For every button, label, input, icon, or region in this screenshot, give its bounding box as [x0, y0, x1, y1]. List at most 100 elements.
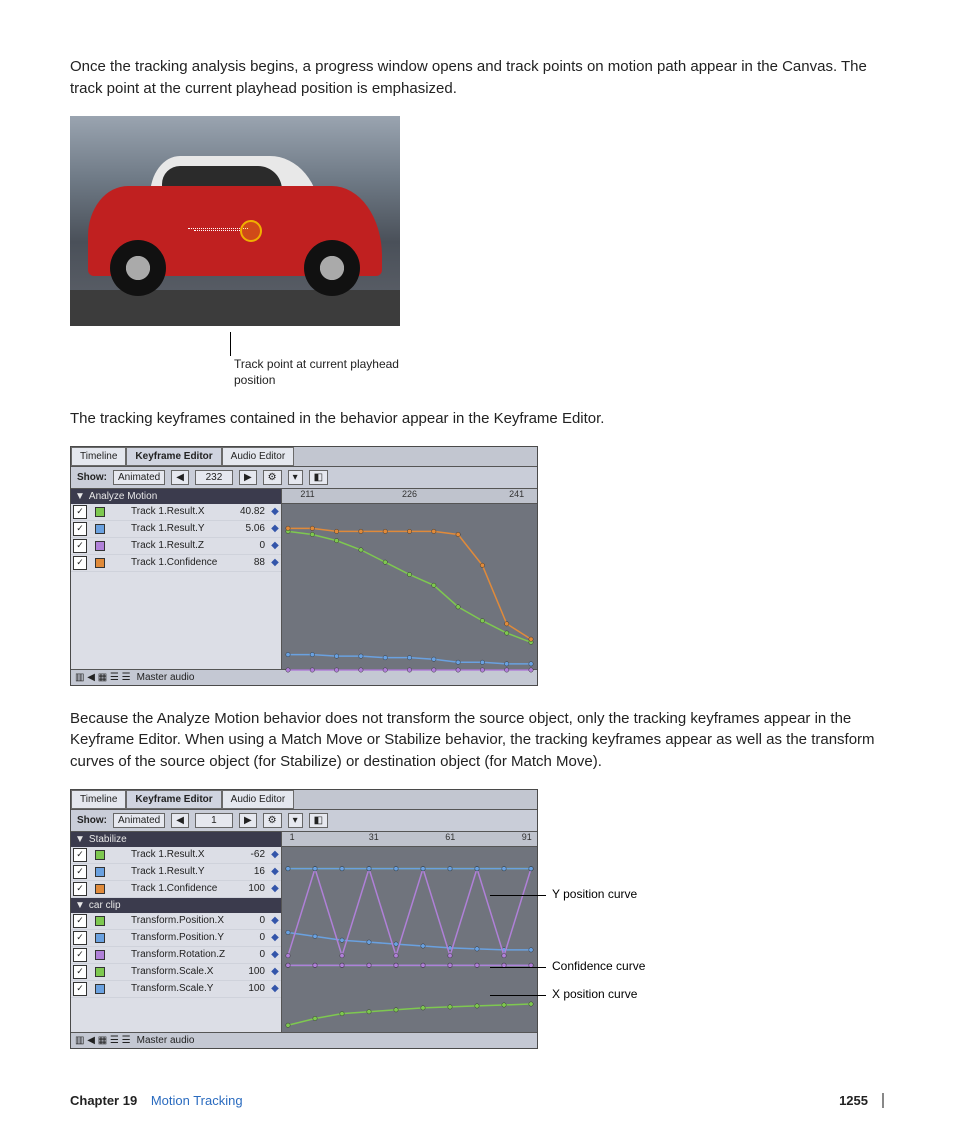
keyframe-diamond-icon[interactable]: ◆	[271, 966, 279, 977]
param-row[interactable]: Track 1.Result.X40.82◆	[71, 504, 281, 521]
param-name: Track 1.Result.Z	[109, 540, 231, 551]
visibility-checkbox[interactable]	[73, 848, 87, 862]
show-select[interactable]: Animated	[113, 470, 165, 485]
param-name: Track 1.Confidence	[109, 557, 231, 568]
tool-btn-3[interactable]: ◧	[309, 470, 328, 485]
color-swatch	[95, 524, 105, 534]
param-name: Track 1.Result.X	[109, 506, 231, 517]
param-value[interactable]: 5.06	[231, 523, 271, 534]
param-row[interactable]: Track 1.Result.Z0◆	[71, 538, 281, 555]
tab-keyframe-editor[interactable]: Keyframe Editor	[126, 790, 221, 809]
tab-timeline[interactable]: Timeline	[71, 447, 126, 466]
param-value[interactable]: 0	[231, 540, 271, 551]
keyframe-diamond-icon[interactable]: ◆	[271, 506, 279, 517]
color-swatch	[95, 541, 105, 551]
param-row[interactable]: Track 1.Result.Y16◆	[71, 864, 281, 881]
footer-icons[interactable]: ▥ ◀ ▦ ☰ ☰	[75, 1035, 131, 1046]
keyframe-diamond-icon[interactable]: ◆	[271, 557, 279, 568]
tab-audio-editor[interactable]: Audio Editor	[222, 790, 294, 809]
param-value[interactable]: 40.82	[231, 506, 271, 517]
timeline-ruler[interactable]: 1 31 61 91	[282, 832, 537, 847]
nav-next[interactable]: ▶	[239, 813, 257, 828]
param-value[interactable]: 0	[231, 915, 271, 926]
page-number: 1255	[839, 1093, 868, 1108]
visibility-checkbox[interactable]	[73, 505, 87, 519]
canvas-screenshot	[70, 116, 400, 326]
color-swatch	[95, 967, 105, 977]
param-name: Transform.Scale.Y	[109, 983, 231, 994]
frame-field[interactable]: 232	[195, 470, 233, 485]
tool-btn-3[interactable]: ◧	[309, 813, 328, 828]
annotation-confidence: Confidence curve	[546, 959, 645, 973]
param-row[interactable]: Transform.Rotation.Z0◆	[71, 947, 281, 964]
param-value[interactable]: 100	[231, 883, 271, 894]
ruler-tick: 241	[509, 489, 524, 499]
color-swatch	[95, 916, 105, 926]
keyframe-diamond-icon[interactable]: ◆	[271, 932, 279, 943]
group-analyze-motion[interactable]: ▼ Analyze Motion	[71, 489, 281, 504]
param-value[interactable]: 88	[231, 557, 271, 568]
param-row[interactable]: Transform.Scale.X100◆	[71, 964, 281, 981]
color-swatch	[95, 507, 105, 517]
tool-btn-1[interactable]: ⚙	[263, 470, 282, 485]
tool-btn-2[interactable]: ▾	[288, 470, 303, 485]
param-row[interactable]: Track 1.Confidence88◆	[71, 555, 281, 572]
param-value[interactable]: 100	[231, 983, 271, 994]
tab-keyframe-editor[interactable]: Keyframe Editor	[126, 447, 221, 466]
nav-prev[interactable]: ◀	[171, 470, 189, 485]
keyframe-diamond-icon[interactable]: ◆	[271, 523, 279, 534]
ruler-tick: 31	[369, 832, 379, 842]
param-row[interactable]: Track 1.Confidence100◆	[71, 881, 281, 898]
param-value[interactable]: -62	[231, 849, 271, 860]
param-row[interactable]: Track 1.Result.X-62◆	[71, 847, 281, 864]
tab-timeline[interactable]: Timeline	[71, 790, 126, 809]
keyframe-diamond-icon[interactable]: ◆	[271, 866, 279, 877]
param-value[interactable]: 16	[231, 866, 271, 877]
visibility-checkbox[interactable]	[73, 556, 87, 570]
visibility-checkbox[interactable]	[73, 882, 87, 896]
visibility-checkbox[interactable]	[73, 931, 87, 945]
group-car-clip[interactable]: ▼ car clip	[71, 898, 281, 913]
curve-area	[282, 846, 537, 1046]
visibility-checkbox[interactable]	[73, 948, 87, 962]
paragraph-3: Because the Analyze Motion behavior does…	[70, 708, 884, 773]
color-swatch	[95, 867, 105, 877]
param-value[interactable]: 0	[231, 932, 271, 943]
ruler-tick: 226	[402, 489, 417, 499]
paragraph-2: The tracking keyframes contained in the …	[70, 408, 884, 430]
visibility-checkbox[interactable]	[73, 965, 87, 979]
frame-field[interactable]: 1	[195, 813, 233, 828]
keyframe-diamond-icon[interactable]: ◆	[271, 949, 279, 960]
visibility-checkbox[interactable]	[73, 914, 87, 928]
visibility-checkbox[interactable]	[73, 865, 87, 879]
param-name: Transform.Scale.X	[109, 966, 231, 977]
keyframe-diamond-icon[interactable]: ◆	[271, 849, 279, 860]
visibility-checkbox[interactable]	[73, 539, 87, 553]
nav-prev[interactable]: ◀	[171, 813, 189, 828]
footer-icons[interactable]: ▥ ◀ ▦ ☰ ☰	[75, 672, 131, 683]
ruler-tick: 211	[300, 489, 314, 499]
tab-audio-editor[interactable]: Audio Editor	[222, 447, 294, 466]
keyframe-diamond-icon[interactable]: ◆	[271, 983, 279, 994]
keyframe-diamond-icon[interactable]: ◆	[271, 540, 279, 551]
param-row[interactable]: Transform.Position.Y0◆	[71, 930, 281, 947]
param-row[interactable]: Transform.Scale.Y100◆	[71, 981, 281, 998]
ruler-tick: 91	[522, 832, 532, 842]
param-row[interactable]: Track 1.Result.Y5.06◆	[71, 521, 281, 538]
show-label: Show:	[77, 815, 107, 826]
ruler-tick: 1	[290, 832, 295, 842]
show-select[interactable]: Animated	[113, 813, 165, 828]
color-swatch	[95, 984, 105, 994]
keyframe-diamond-icon[interactable]: ◆	[271, 883, 279, 894]
nav-next[interactable]: ▶	[239, 470, 257, 485]
tool-btn-1[interactable]: ⚙	[263, 813, 282, 828]
visibility-checkbox[interactable]	[73, 522, 87, 536]
param-row[interactable]: Transform.Position.X0◆	[71, 913, 281, 930]
timeline-ruler[interactable]: 211 226 241	[282, 489, 537, 504]
tool-btn-2[interactable]: ▾	[288, 813, 303, 828]
visibility-checkbox[interactable]	[73, 982, 87, 996]
param-value[interactable]: 100	[231, 966, 271, 977]
group-stabilize[interactable]: ▼ Stabilize	[71, 832, 281, 847]
param-value[interactable]: 0	[231, 949, 271, 960]
keyframe-diamond-icon[interactable]: ◆	[271, 915, 279, 926]
